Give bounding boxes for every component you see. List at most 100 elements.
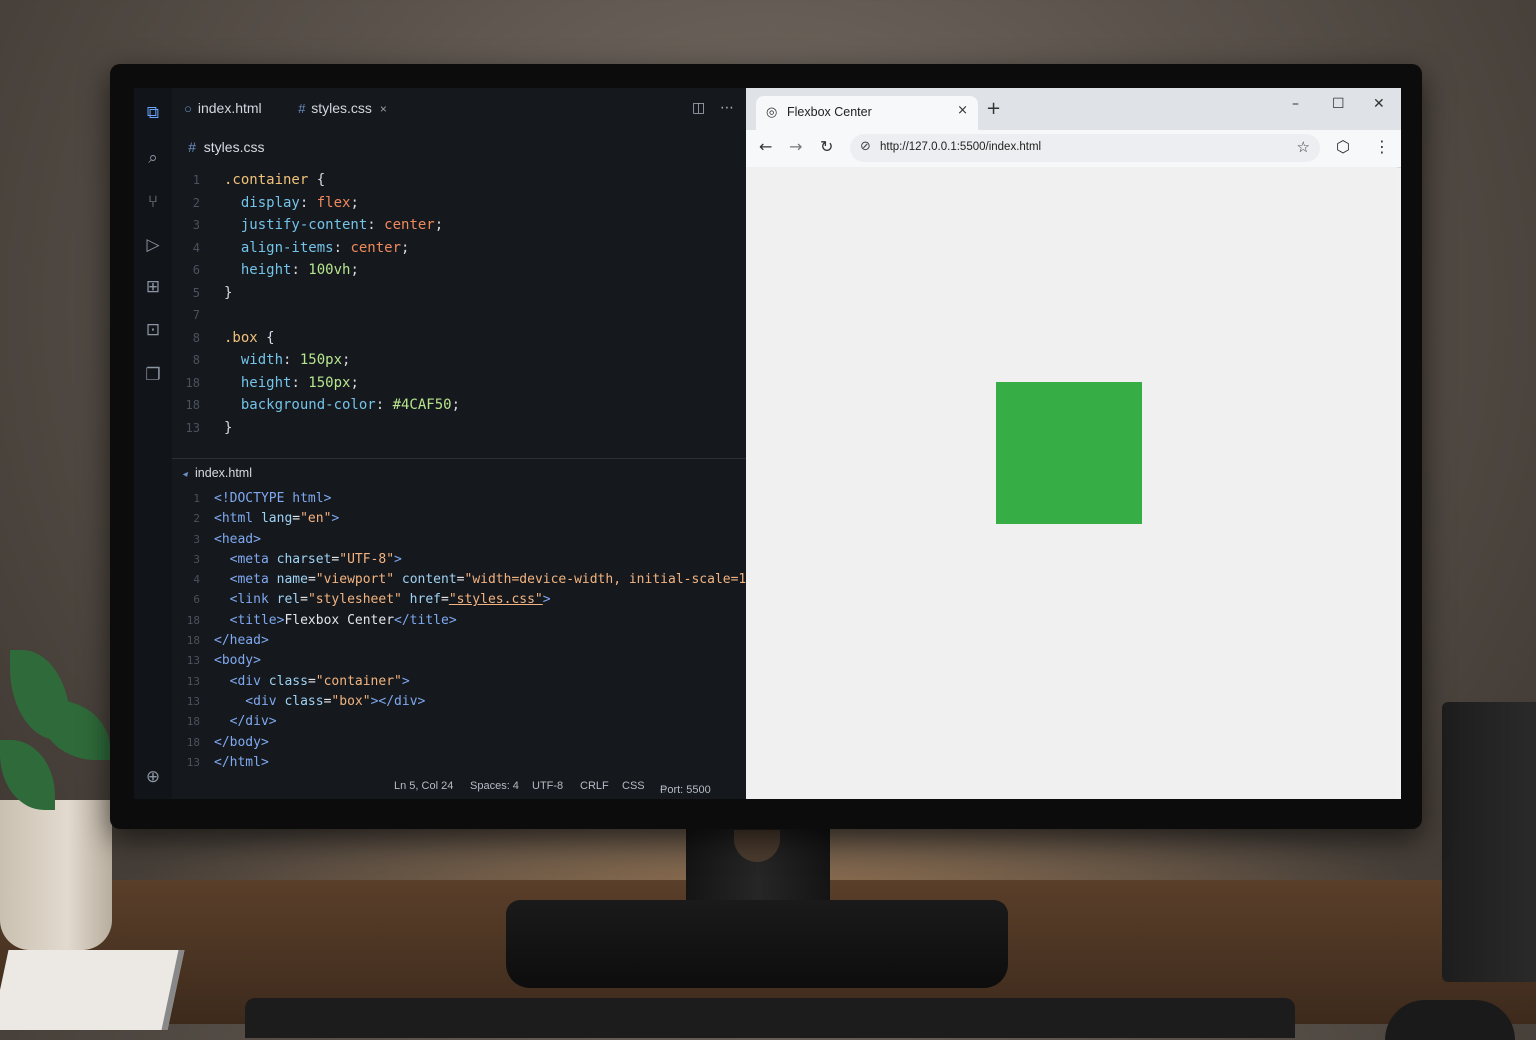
- hash-icon: #: [298, 101, 306, 116]
- line-number: 8: [192, 353, 200, 367]
- code-token: :: [283, 352, 300, 368]
- code-token: flex: [316, 194, 351, 211]
- maximize-icon[interactable]: ☐: [1332, 96, 1345, 112]
- code-line[interactable]: 1 .container {: [178, 169, 460, 192]
- code-line[interactable]: 2 <html lang="en">: [178, 509, 778, 529]
- code-token: "UTF-8": [339, 551, 395, 567]
- code-token: :: [299, 194, 317, 211]
- css-breadcrumb: # styles.css: [188, 139, 264, 155]
- code-line[interactable]: 6 <link rel="stylesheet" href="styles.cs…: [178, 590, 778, 610]
- code-line[interactable]: 3 justify-content: center;: [178, 214, 460, 237]
- close-icon[interactable]: ×: [380, 102, 387, 116]
- line-number: 13: [186, 654, 200, 668]
- code-token: }: [224, 284, 233, 301]
- status-port-label: Port: 5500: [660, 784, 711, 796]
- code-token: height: [224, 262, 292, 278]
- more-actions-icon[interactable]: ⋯: [720, 100, 734, 116]
- remote-icon[interactable]: ⊡: [142, 319, 164, 341]
- code-line[interactable]: 5}: [178, 282, 460, 305]
- plant-leaf: [40, 700, 110, 760]
- code-token: :: [291, 262, 309, 278]
- files-icon[interactable]: ⧉: [142, 102, 164, 124]
- code-token: </title>: [394, 612, 457, 628]
- code-token: ;: [350, 374, 359, 391]
- code-token: width: [224, 352, 284, 368]
- code-line[interactable]: 8 .box {: [178, 327, 460, 350]
- code-token: "container": [315, 673, 402, 689]
- line-number: 2: [192, 195, 200, 210]
- code-line[interactable]: 18 background-color: #4CAF50;: [178, 394, 460, 417]
- code-token: {: [316, 172, 326, 188]
- code-line[interactable]: 13 <div class="box"></div>: [178, 692, 778, 712]
- code-line[interactable]: 6 height: 100vh;: [178, 259, 460, 282]
- line-number: 18: [186, 715, 200, 729]
- code-line[interactable]: 18 </div>: [178, 712, 778, 732]
- back-icon[interactable]: ←: [759, 137, 772, 156]
- line-number: 13: [186, 674, 200, 688]
- search-icon[interactable]: ⌕: [142, 147, 164, 169]
- line-number: 18: [185, 375, 200, 390]
- line-number: 1: [192, 173, 200, 187]
- status-bar: Ln 5, Col 24 Spaces: 4 UTF-8 CRLF CSS ◌ …: [172, 776, 746, 799]
- browser-tab-strip: ◎ Flexbox Center × + – ☐ ✕: [746, 88, 1401, 130]
- line-number: 13: [186, 694, 200, 708]
- tab-index-html[interactable]: ○ index.html: [184, 100, 262, 122]
- code-line[interactable]: 7: [178, 304, 460, 327]
- line-number: 3: [193, 532, 200, 546]
- reload-icon[interactable]: ↻: [820, 137, 833, 156]
- forward-icon[interactable]: →: [789, 137, 802, 156]
- copy-icon[interactable]: ❐: [142, 364, 164, 386]
- code-line[interactable]: 3 <head>: [178, 530, 778, 550]
- close-window-icon[interactable]: ✕: [1373, 96, 1385, 112]
- site-info-icon[interactable]: ⊘: [860, 139, 871, 154]
- line-number: 3: [193, 552, 200, 566]
- accounts-icon[interactable]: ⊕: [142, 766, 164, 788]
- code-line[interactable]: 1 <!DOCTYPE html>: [178, 489, 778, 509]
- code-line[interactable]: 13}: [178, 417, 460, 440]
- extensions-icon[interactable]: ⬡: [1336, 137, 1350, 156]
- browser-tab[interactable]: ◎ Flexbox Center ×: [756, 96, 978, 130]
- code-token: {: [266, 329, 275, 346]
- new-tab-button[interactable]: +: [986, 98, 1001, 119]
- run-debug-icon[interactable]: ▷: [142, 234, 164, 256]
- minimize-icon[interactable]: –: [1292, 96, 1299, 112]
- bookmark-star-icon[interactable]: ☆: [1297, 138, 1310, 156]
- source-control-icon[interactable]: ⑂: [142, 191, 164, 213]
- code-token: "styles.css": [448, 592, 543, 608]
- url-text: http://127.0.0.1:5500/index.html: [880, 141, 1042, 153]
- code-token: >: [401, 673, 410, 689]
- code-line[interactable]: 13 </html>: [178, 753, 778, 773]
- status-encoding[interactable]: UTF-8: [532, 780, 563, 792]
- code-line[interactable]: 4 align-items: center;: [178, 237, 460, 260]
- code-line[interactable]: 3 <meta charset="UTF-8">: [178, 550, 778, 570]
- code-token: "stylesheet": [307, 592, 402, 608]
- address-bar[interactable]: ⊘ http://127.0.0.1:5500/index.html ☆: [850, 134, 1320, 162]
- code-token: justify-content: [224, 217, 368, 233]
- css-code-area[interactable]: 1 .container {2 display: flex; 3 justify-c…: [178, 169, 460, 439]
- code-line[interactable]: 18 height: 150px;: [178, 372, 460, 395]
- notebook: [0, 950, 185, 1030]
- extensions-icon[interactable]: ⊞: [142, 276, 164, 298]
- status-language[interactable]: CSS: [622, 780, 645, 792]
- code-token: background-color: [224, 397, 376, 413]
- code-line[interactable]: 13 <div class="container">: [178, 672, 778, 692]
- close-icon[interactable]: ×: [957, 103, 968, 118]
- status-eol[interactable]: CRLF: [580, 780, 609, 792]
- tab-styles-css[interactable]: # styles.css ×: [298, 100, 387, 122]
- menu-icon[interactable]: ⋮: [1374, 137, 1390, 156]
- code-token: class: [268, 673, 308, 689]
- code-line[interactable]: 18 </body>: [178, 733, 778, 753]
- status-spaces[interactable]: Spaces: 4: [470, 780, 519, 792]
- code-line[interactable]: 4 <meta name="viewport" content="width=d…: [178, 570, 777, 590]
- status-cursor-position[interactable]: Ln 5, Col 24: [394, 780, 453, 792]
- tab-label: styles.css: [311, 100, 372, 116]
- panel-divider: [172, 458, 746, 459]
- split-editor-icon[interactable]: ◫: [692, 100, 705, 116]
- code-line[interactable]: 13 <body>: [178, 651, 778, 671]
- code-line[interactable]: 8 width: 150px;: [178, 349, 460, 372]
- code-line[interactable]: 2 display: flex;: [178, 192, 460, 215]
- html-code-area[interactable]: 1 <!DOCTYPE html> 2 <html lang="en"> 3 <head>…: [178, 489, 778, 773]
- code-line[interactable]: 18 </head>: [178, 631, 778, 651]
- html-breadcrumb: ◂ index.html: [182, 466, 252, 480]
- code-line[interactable]: 18 <title>Flexbox Center</title>: [178, 611, 778, 631]
